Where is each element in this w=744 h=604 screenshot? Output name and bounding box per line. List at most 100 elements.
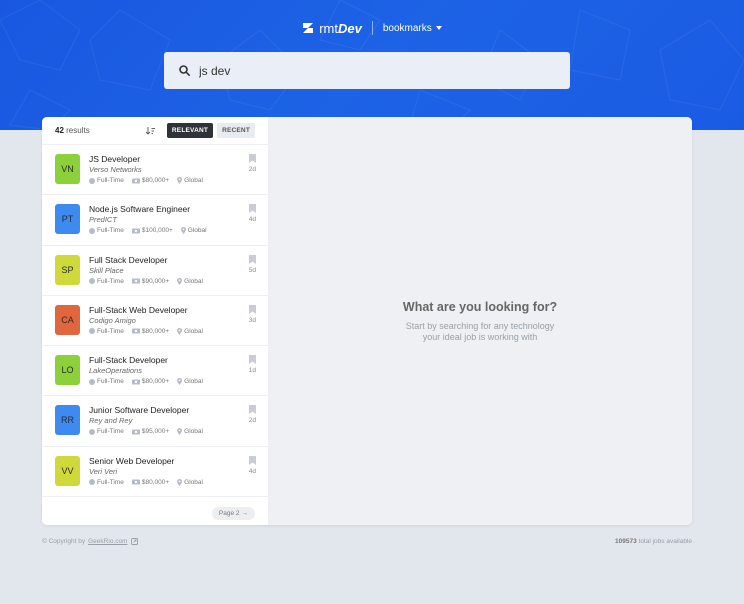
empty-state-text: Start by searching for any technology yo… — [405, 321, 555, 342]
clock-icon — [89, 278, 95, 285]
job-info: Junior Software Developer Rey and Rey Fu… — [89, 404, 203, 436]
money-icon — [131, 429, 140, 435]
job-item[interactable]: LO Full-Stack Developer LakeOperations F… — [42, 346, 268, 397]
bookmarks-button[interactable]: bookmarks — [383, 23, 442, 34]
bookmark-icon[interactable] — [248, 204, 256, 214]
search-input[interactable] — [199, 63, 539, 78]
job-item[interactable]: PT Node.js Software Engineer PredICT Ful… — [42, 195, 268, 246]
company-badge: RR — [55, 405, 80, 436]
clock-icon — [89, 328, 95, 335]
money-icon — [131, 278, 140, 284]
company-badge: VN — [55, 154, 80, 184]
external-link-icon[interactable] — [131, 537, 139, 545]
job-age: 5d — [248, 266, 256, 274]
money-icon — [131, 479, 140, 485]
clock-icon — [89, 479, 95, 486]
job-location: Global — [180, 227, 207, 235]
total-jobs: 109573 total jobs available — [615, 537, 692, 545]
header-hero: rmtDev bookmarks — [0, 0, 744, 130]
logo[interactable]: rmtDev — [302, 21, 362, 36]
sort-recent-button[interactable]: RECENT — [217, 123, 255, 138]
job-details-panel: What are you looking for? Start by searc… — [268, 117, 692, 525]
search-icon — [179, 65, 190, 76]
job-info: Full-Stack Developer LakeOperations Full… — [89, 354, 203, 386]
job-meta: Full-Time $80,000+ Global — [89, 378, 203, 386]
clock-icon — [89, 378, 95, 385]
money-icon — [131, 379, 140, 385]
bookmarks-label: bookmarks — [382, 22, 432, 34]
job-meta: Full-Time $90,000+ Global — [89, 277, 203, 285]
bookmark-icon[interactable] — [248, 154, 256, 163]
location-pin-icon — [177, 478, 183, 486]
job-age: 4d — [248, 216, 256, 224]
company-badge: PT — [55, 204, 80, 235]
pagination: Page 2 → — [211, 507, 255, 520]
location-pin-icon — [177, 327, 183, 335]
job-title: Full-Stack Developer — [89, 355, 168, 366]
job-location: Global — [177, 177, 203, 184]
clock-icon — [89, 428, 95, 435]
top-nav: rmtDev bookmarks — [0, 18, 744, 38]
job-salary: $100,000+ — [131, 227, 173, 234]
job-company: Verso Networks — [89, 165, 142, 174]
location-pin-icon — [180, 227, 186, 235]
job-actions: 2d — [249, 405, 256, 424]
divider — [371, 21, 373, 35]
bookmark-icon[interactable] — [248, 405, 256, 415]
job-meta: Full-Time $95,000+ Global — [89, 428, 203, 436]
job-salary: $80,000+ — [131, 479, 169, 486]
sort-icon — [145, 126, 155, 135]
job-age: 2d — [248, 417, 256, 425]
job-type: Full-Time — [89, 378, 124, 385]
job-title: Senior Web Developer — [89, 455, 175, 466]
sidebar-top: 42 results RELEVANT RECENT — [42, 117, 268, 145]
bookmark-icon[interactable] — [248, 304, 256, 314]
job-age: 1d — [248, 367, 256, 375]
caret-down-icon — [435, 26, 442, 30]
job-list: VN JS Developer Verso Networks Full-Time… — [42, 145, 268, 498]
location-pin-icon — [177, 428, 183, 436]
job-info: Senior Web Developer Veri Veri Full-Time… — [89, 455, 203, 486]
next-page-button[interactable]: Page 2 → — [211, 507, 255, 520]
job-actions: 2d — [249, 154, 256, 173]
clock-icon — [89, 227, 95, 234]
job-item[interactable]: RR Junior Software Developer Rey and Rey… — [42, 396, 268, 447]
job-item[interactable]: VV Senior Web Developer Veri Veri Full-T… — [42, 447, 268, 498]
company-badge: SP — [55, 254, 80, 285]
main-container: 42 results RELEVANT RECENT VN JS Develop… — [42, 117, 692, 525]
bookmark-icon[interactable] — [248, 355, 256, 365]
author-link[interactable]: GeekRio.com — [88, 538, 127, 545]
search-bar[interactable] — [164, 52, 570, 89]
job-info: Full-Stack Web Developer Codigo Amigo Fu… — [89, 304, 203, 335]
job-actions: 4d — [249, 204, 256, 223]
sort-relevant-button[interactable]: RELEVANT — [166, 123, 214, 138]
bookmark-icon[interactable] — [248, 455, 256, 465]
job-meta: Full-Time $80,000+ Global — [89, 478, 203, 486]
job-title: Junior Software Developer — [89, 405, 190, 416]
company-badge: VV — [55, 455, 80, 486]
logo-icon — [303, 23, 314, 33]
job-type: Full-Time — [89, 227, 124, 234]
clock-icon — [89, 177, 95, 184]
job-salary: $80,000+ — [131, 378, 169, 385]
job-company: PredICT — [89, 215, 117, 225]
job-salary: $80,000+ — [131, 328, 169, 335]
job-salary: $90,000+ — [131, 278, 169, 285]
job-title: JS Developer — [89, 154, 141, 164]
job-company: Skill Place — [89, 265, 124, 275]
job-actions: 1d — [249, 355, 256, 374]
location-pin-icon — [177, 378, 183, 386]
job-item[interactable]: CA Full-Stack Web Developer Codigo Amigo… — [42, 296, 268, 347]
job-type: Full-Time — [89, 428, 124, 435]
job-item[interactable]: VN JS Developer Verso Networks Full-Time… — [42, 145, 268, 196]
job-age: 3d — [248, 316, 256, 324]
job-item[interactable]: SP Full Stack Developer Skill Place Full… — [42, 246, 268, 296]
location-pin-icon — [177, 177, 183, 184]
job-location: Global — [177, 277, 203, 285]
money-icon — [131, 328, 140, 334]
bookmark-icon[interactable] — [248, 254, 256, 264]
copyright-text: © Copyright by — [42, 537, 86, 545]
money-icon — [131, 228, 140, 234]
job-company: Codigo Amigo — [89, 315, 136, 325]
job-title: Full Stack Developer — [89, 254, 168, 265]
